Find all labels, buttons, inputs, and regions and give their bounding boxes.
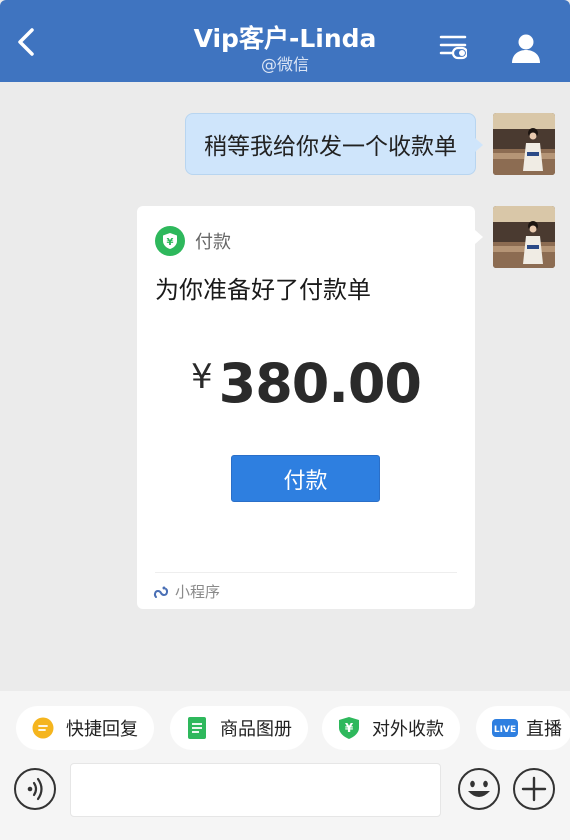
filter-toggle-icon <box>439 35 467 60</box>
chip-label: 商品图册 <box>220 719 292 740</box>
composer <box>0 763 570 819</box>
voice-input-button[interactable] <box>13 767 57 811</box>
quick-reply-icon <box>32 717 54 739</box>
amount-value: 380.00 <box>218 352 422 415</box>
live-icon: LIVE <box>492 717 518 739</box>
contact-profile-button[interactable] <box>506 28 546 68</box>
payment-amount: ¥380.00 <box>137 352 475 415</box>
product-album-chip[interactable]: 商品图册 <box>170 706 308 750</box>
avatar[interactable] <box>493 113 555 175</box>
payment-shield-icon: ¥ <box>155 226 185 256</box>
emoji-button[interactable] <box>457 767 501 811</box>
chip-label: 快捷回复 <box>66 719 138 740</box>
product-album-icon <box>186 717 208 739</box>
card-header: ¥ 付款 <box>155 226 231 256</box>
smiley-icon <box>458 768 500 810</box>
chevron-left-icon <box>18 28 34 56</box>
message-text: 稍等我给你发一个收款单 <box>204 134 457 160</box>
svg-text:¥: ¥ <box>167 237 174 248</box>
mini-program-label: 小程序 <box>175 583 221 601</box>
payment-shield-icon: ¥ <box>338 717 360 739</box>
back-button[interactable] <box>8 24 44 60</box>
person-icon <box>512 34 540 63</box>
svg-text:LIVE: LIVE <box>494 725 516 735</box>
avatar-photo <box>493 206 555 268</box>
svg-text:¥: ¥ <box>345 721 354 735</box>
live-chip[interactable]: LIVE 直播 <box>476 706 570 750</box>
bottom-panel: 快捷回复 商品图册 ¥ 对外收款 LIVE 直播 <box>0 691 570 840</box>
voice-icon <box>14 768 56 810</box>
chip-label: 直播 <box>526 719 562 740</box>
quick-reply-chip[interactable]: 快捷回复 <box>16 706 154 750</box>
chip-label: 对外收款 <box>372 719 444 740</box>
payment-card-message[interactable]: ¥ 付款 为你准备好了付款单 ¥380.00 付款 小程序 <box>137 206 483 609</box>
pay-button[interactable]: 付款 <box>231 455 380 502</box>
quick-actions-bar: 快捷回复 商品图册 ¥ 对外收款 LIVE 直播 <box>0 706 570 750</box>
card-type-label: 付款 <box>195 232 231 253</box>
chat-title: Vip客户-Linda <box>193 24 377 53</box>
external-payment-chip[interactable]: ¥ 对外收款 <box>322 706 460 750</box>
plus-icon <box>513 768 555 810</box>
chat-header: Vip客户-Linda @微信 <box>0 0 570 82</box>
mini-program-icon <box>153 586 169 598</box>
chat-subtitle: @微信 <box>260 55 309 74</box>
outgoing-text-bubble[interactable]: 稍等我给你发一个收款单 <box>185 113 483 175</box>
card-title: 为你准备好了付款单 <box>155 276 371 304</box>
filter-settings-button[interactable] <box>434 28 472 66</box>
message-input[interactable] <box>70 763 441 817</box>
chat-title-group: Vip客户-Linda @微信 <box>120 24 450 75</box>
more-actions-button[interactable] <box>512 767 556 811</box>
avatar-photo <box>493 113 555 175</box>
avatar[interactable] <box>493 206 555 268</box>
mini-program-footer: 小程序 <box>153 581 220 602</box>
pay-button-label: 付款 <box>283 468 328 494</box>
divider <box>155 572 457 573</box>
currency-symbol: ¥ <box>190 357 213 397</box>
